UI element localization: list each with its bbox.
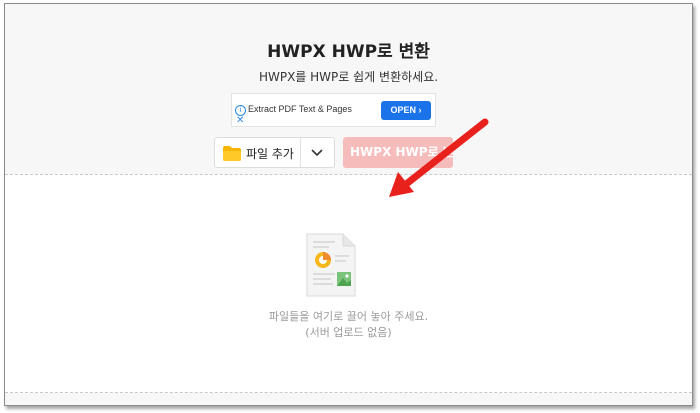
drop-zone[interactable]: 파일들을 여기로 끌어 놓아 주세요. (서버 업로드 없음) bbox=[5, 174, 692, 393]
folder-icon bbox=[223, 146, 241, 161]
drop-instruction: 파일들을 여기로 끌어 놓아 주세요. bbox=[268, 310, 429, 323]
page-subtitle: HWPX를 HWP로 쉽게 변환하세요. bbox=[258, 70, 439, 84]
divider bbox=[300, 138, 301, 167]
convert-button[interactable]: HWPX HWP로 변환 bbox=[343, 137, 453, 168]
drop-note: (서버 업로드 없음) bbox=[305, 326, 392, 339]
ad-open-button[interactable]: OPEN › bbox=[381, 101, 431, 120]
page-title: HWPX HWP로 변환 bbox=[267, 42, 430, 62]
ad-text: Extract PDF Text & Pages bbox=[248, 104, 352, 114]
close-icon[interactable]: ✕ bbox=[236, 116, 244, 126]
chevron-down-icon[interactable] bbox=[310, 147, 324, 159]
add-file-label: 파일 추가 bbox=[246, 147, 294, 161]
document-icon bbox=[306, 233, 356, 297]
add-file-button[interactable]: 파일 추가 bbox=[214, 137, 335, 168]
ad-banner[interactable]: i ✕ Extract PDF Text & Pages OPEN › bbox=[231, 93, 436, 127]
app-window: HWPX HWP로 변환 HWPX를 HWP로 쉽게 변환하세요. i ✕ Ex… bbox=[4, 3, 693, 406]
